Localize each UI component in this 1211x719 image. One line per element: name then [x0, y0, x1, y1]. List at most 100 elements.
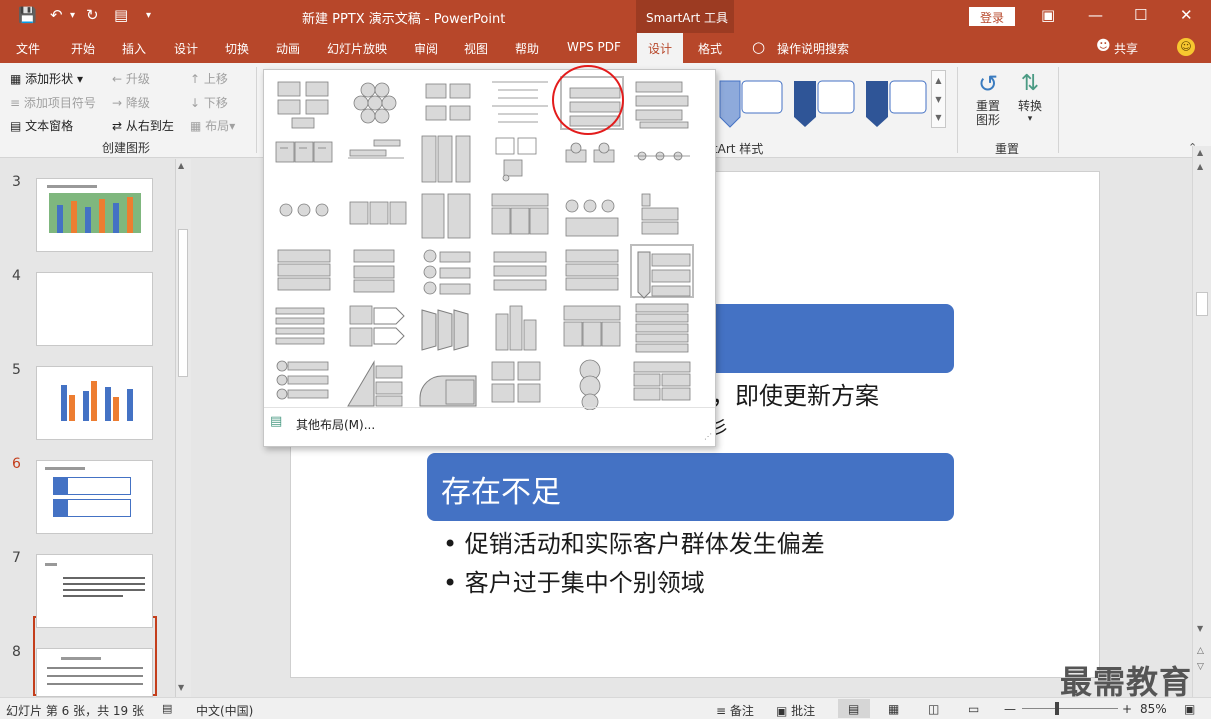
layout-option[interactable]	[416, 300, 480, 354]
add-shape-button[interactable]: ▦ 添加形状 ▾	[10, 70, 83, 87]
scroll-up-icon[interactable]: ▲	[178, 161, 184, 170]
layout-option[interactable]	[344, 76, 408, 130]
layout-option[interactable]	[488, 132, 552, 186]
reading-view-icon[interactable]: ◫	[928, 702, 939, 716]
layout-option[interactable]	[630, 188, 694, 242]
scroll-thumb[interactable]	[1196, 292, 1208, 316]
slideshow-view-icon[interactable]: ▭	[968, 702, 979, 716]
tab-wps-pdf[interactable]: WPS PDF	[567, 40, 621, 54]
layout-option[interactable]	[272, 300, 336, 354]
minimize-icon[interactable]: —	[1088, 6, 1103, 24]
layout-option[interactable]	[344, 356, 408, 410]
scroll-up-icon[interactable]: ▲	[932, 71, 945, 90]
slide-scrollbar[interactable]: ▲ ▲ ▼ △ ▽	[1192, 146, 1211, 697]
notes-button[interactable]: ≡ 备注	[716, 702, 754, 719]
slide-thumbnail-8[interactable]	[36, 648, 153, 697]
fit-to-window-icon[interactable]: ▣	[1184, 702, 1195, 716]
more-layouts-button[interactable]: ▤ 其他布局(M)...	[270, 414, 410, 434]
resize-grip-icon[interactable]: ⋰	[704, 432, 712, 441]
slide-thumbnail-4[interactable]	[36, 272, 153, 346]
previous-slide-icon[interactable]: △	[1197, 646, 1204, 656]
layout-option[interactable]	[630, 132, 694, 186]
promote-button[interactable]: ← 升级	[112, 70, 150, 87]
layout-option[interactable]	[560, 356, 624, 411]
tab-view[interactable]: 视图	[464, 40, 488, 57]
layout-option[interactable]	[416, 244, 480, 298]
slide-text-partial[interactable]: ，即使更新方案	[711, 376, 879, 411]
layout-option[interactable]	[344, 188, 408, 242]
undo-dropdown-icon[interactable]: ▾	[70, 10, 75, 21]
layout-option[interactable]	[272, 356, 336, 410]
slide-thumbnail-7[interactable]	[36, 554, 153, 628]
layout-option[interactable]	[272, 244, 336, 298]
scroll-up-icon[interactable]: ▲	[1197, 162, 1203, 171]
slide-thumbnail-6[interactable]	[36, 460, 153, 534]
layout-option[interactable]	[560, 300, 624, 354]
convert-button[interactable]: ⇅ 转换 ▾	[1012, 69, 1048, 135]
tab-file[interactable]: 文件	[16, 40, 40, 57]
smartart-style-1[interactable]	[716, 73, 786, 131]
bullet-item[interactable]: • 促销活动和实际客户群体发生偏差	[443, 524, 825, 559]
demote-button[interactable]: → 降级	[112, 94, 150, 111]
tab-review[interactable]: 审阅	[414, 40, 438, 57]
zoom-slider-track[interactable]	[1022, 708, 1118, 709]
slide-sorter-icon[interactable]: ▦	[888, 702, 899, 716]
text-pane-button[interactable]: ▤ 文本窗格	[10, 117, 73, 134]
layout-option[interactable]	[488, 300, 552, 354]
zoom-level[interactable]: 85%	[1140, 702, 1167, 716]
comments-button[interactable]: ▣ 批注	[776, 702, 815, 719]
layout-option[interactable]	[630, 300, 694, 354]
present-icon[interactable]: ▤	[114, 6, 128, 24]
add-bullet-button[interactable]: ≡ 添加项目符号	[10, 94, 96, 111]
layout-option[interactable]	[560, 132, 624, 186]
tab-smartart-format[interactable]: 格式	[698, 40, 722, 57]
zoom-slider-thumb[interactable]	[1055, 702, 1059, 715]
smiley-icon[interactable]: ☺	[1177, 38, 1195, 56]
scroll-up-icon[interactable]: ▲	[1197, 148, 1203, 157]
layout-option[interactable]	[488, 76, 552, 130]
layout-option[interactable]	[344, 132, 408, 186]
layout-option[interactable]	[488, 356, 552, 410]
layout-option[interactable]	[272, 76, 336, 130]
tab-smartart-design[interactable]: 设计	[637, 33, 683, 63]
layout-option[interactable]	[344, 244, 408, 298]
layout-option[interactable]	[488, 244, 552, 298]
customize-quick-access-icon[interactable]: ▾	[146, 10, 151, 21]
layout-button[interactable]: ▦ 布局▾	[190, 117, 235, 134]
spellcheck-icon[interactable]: ▤	[162, 702, 172, 715]
tab-home[interactable]: 开始	[71, 40, 95, 57]
tab-animations[interactable]: 动画	[276, 40, 300, 57]
move-down-button[interactable]: ↓ 下移	[190, 94, 228, 111]
scroll-down-icon[interactable]: ▼	[1197, 624, 1203, 633]
smartart-style-2[interactable]	[790, 73, 860, 131]
layout-option[interactable]	[344, 300, 408, 354]
next-slide-icon[interactable]: ▽	[1197, 662, 1204, 672]
right-to-left-button[interactable]: ⇄ 从右到左	[112, 117, 174, 134]
smartart-style-3[interactable]	[862, 73, 932, 131]
bullet-item[interactable]: • 客户过于集中个别领域	[443, 563, 705, 598]
scroll-down-icon[interactable]: ▼	[178, 683, 184, 692]
undo-icon[interactable]: ↶	[50, 6, 63, 24]
layout-option[interactable]	[560, 188, 624, 242]
layout-option[interactable]	[272, 132, 336, 186]
smartart-heading-2[interactable]: 存在不足	[427, 453, 954, 521]
zoom-out-icon[interactable]: —	[1004, 702, 1016, 716]
language-indicator[interactable]: 中文(中国)	[196, 702, 253, 719]
close-icon[interactable]: ✕	[1180, 6, 1193, 24]
scroll-down-icon[interactable]: ▼	[932, 90, 945, 109]
layout-option[interactable]	[416, 188, 480, 242]
zoom-in-icon[interactable]: +	[1122, 702, 1132, 716]
layout-option[interactable]	[416, 132, 480, 186]
move-up-button[interactable]: ↑ 上移	[190, 70, 228, 87]
layout-option[interactable]	[630, 76, 694, 130]
slide-thumbnail-5[interactable]	[36, 366, 153, 440]
tab-help[interactable]: 帮助	[515, 40, 539, 57]
scroll-thumb[interactable]	[178, 229, 188, 377]
slide-thumbnail-3[interactable]	[36, 178, 153, 252]
share-button[interactable]: 共享	[1114, 40, 1138, 57]
redo-icon[interactable]: ↻	[86, 6, 99, 24]
normal-view-icon[interactable]: ▤	[848, 702, 859, 716]
tell-me-search[interactable]: 操作说明搜索	[777, 40, 849, 57]
styles-gallery-scroll[interactable]: ▲ ▼ ▼	[931, 70, 946, 128]
layout-option[interactable]	[416, 356, 480, 410]
